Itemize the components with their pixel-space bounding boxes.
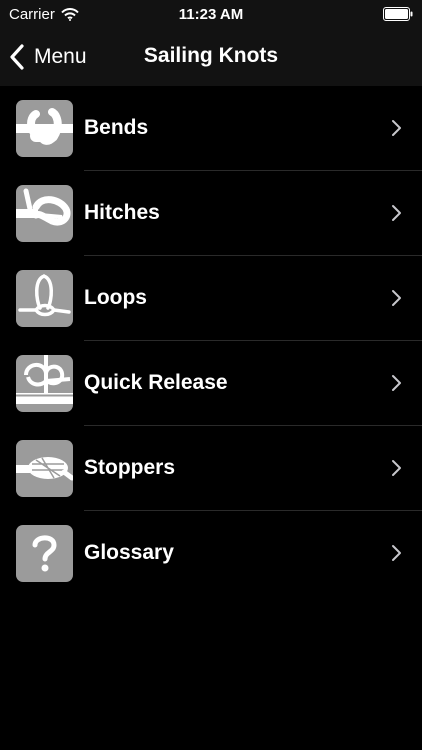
bend-knot-icon [16, 100, 73, 157]
navigation-bar: Menu Sailing Knots [0, 30, 422, 86]
list-item-label: Hitches [84, 201, 160, 224]
list-item-stoppers[interactable]: Stoppers [0, 426, 422, 511]
list-item-label: Glossary [84, 541, 174, 564]
list-item-glossary[interactable]: Glossary [0, 511, 422, 596]
loop-knot-icon [16, 270, 73, 327]
list-item-loops[interactable]: Loops [0, 256, 422, 341]
chevron-right-icon [392, 460, 401, 476]
list-item-hitches[interactable]: Hitches [0, 171, 422, 256]
quick-release-knot-icon [16, 355, 73, 412]
list-item-label: Stoppers [84, 456, 176, 479]
list-item-bends[interactable]: Bends [0, 86, 422, 171]
battery-icon [383, 7, 413, 21]
category-list: Bends Hitches Loops Quick Release Stoppe… [0, 86, 422, 596]
hitch-knot-icon [16, 185, 73, 242]
chevron-right-icon [392, 205, 401, 221]
chevron-right-icon [392, 290, 401, 306]
back-button-label: Menu [34, 45, 87, 68]
chevron-right-icon [392, 120, 401, 136]
back-button[interactable]: Menu [8, 40, 87, 74]
chevron-left-icon [10, 44, 24, 70]
status-time: 11:23 AM [178, 6, 244, 23]
list-item-label: Quick Release [84, 371, 228, 394]
list-item-label: Bends [84, 116, 149, 139]
list-item-label: Loops [84, 286, 147, 309]
stopper-knot-icon [16, 440, 73, 497]
status-bar: Carrier 11:23 AM [0, 0, 422, 30]
question-mark-icon [16, 525, 73, 582]
chevron-right-icon [392, 545, 401, 561]
list-item-quick-release[interactable]: Quick Release [0, 341, 422, 426]
chevron-right-icon [392, 375, 401, 391]
